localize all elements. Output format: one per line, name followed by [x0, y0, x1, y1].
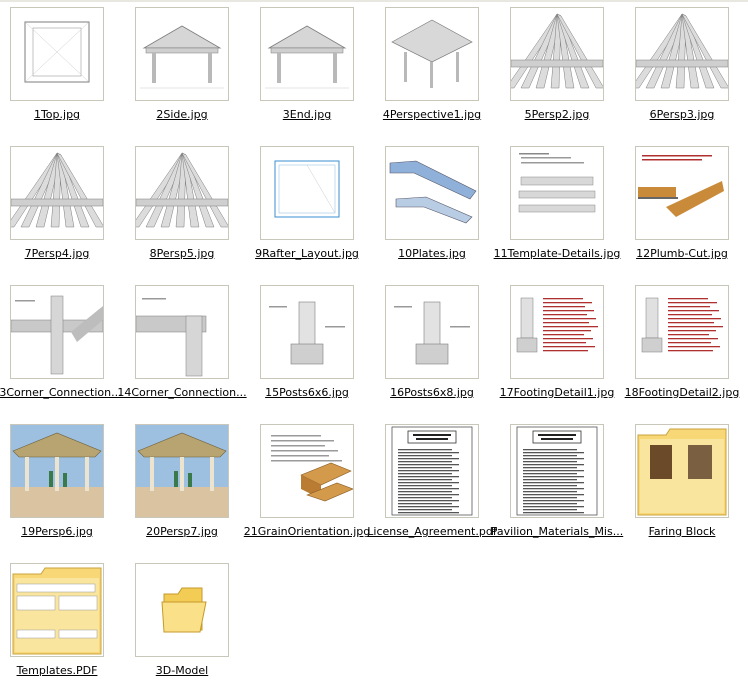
file-name-label: 17FootingDetail1.jpg: [499, 386, 615, 399]
folder-with-templates-icon: [10, 563, 104, 657]
perspective-thumbnail: [385, 7, 479, 101]
file-name-label: 16Posts6x8.jpg: [390, 386, 474, 399]
file-name-label: 15Posts6x6.jpg: [265, 386, 349, 399]
folder-icon: [135, 563, 229, 657]
file-item[interactable]: 13Corner_Connection...: [0, 278, 122, 408]
file-name-label: Pavilion_Materials_Mis...: [490, 525, 624, 538]
file-name-label: 14Corner_Connection...: [117, 386, 247, 399]
file-item[interactable]: 6Persp3.jpg: [620, 0, 744, 130]
file-item[interactable]: 19Persp6.jpg: [0, 417, 119, 547]
pdf-document-thumbnail: [510, 424, 604, 518]
file-item[interactable]: 15Posts6x6.jpg: [245, 278, 369, 408]
file-name-label: 20Persp7.jpg: [146, 525, 218, 538]
side-view-thumbnail: [135, 7, 229, 101]
file-name-label: 3End.jpg: [282, 108, 332, 121]
file-name-label: 6Persp3.jpg: [649, 108, 715, 121]
corner-connection-thumbnail: [10, 285, 104, 379]
file-name-label: 8Persp5.jpg: [149, 247, 215, 260]
top-view-thumbnail: [10, 7, 104, 101]
end-view-thumbnail: [260, 7, 354, 101]
file-item[interactable]: Templates.PDF: [0, 556, 119, 686]
file-name-label: 10Plates.jpg: [398, 247, 466, 260]
template-details-thumbnail: [510, 146, 604, 240]
file-name-label: 11Template-Details.jpg: [493, 247, 621, 260]
file-item[interactable]: 20Persp7.jpg: [120, 417, 244, 547]
file-item[interactable]: 18FootingDetail2.jpg: [620, 278, 744, 408]
file-name-label: 3D-Model: [155, 664, 209, 677]
pavilion-render-thumbnail: [10, 424, 104, 518]
file-item[interactable]: 4Perspective1.jpg: [370, 0, 494, 130]
file-item[interactable]: 1Top.jpg: [0, 0, 119, 130]
folder-with-photos-icon: [635, 424, 729, 518]
file-item[interactable]: 3End.jpg: [245, 0, 369, 130]
file-name-label: License_Agreement.pdf: [367, 525, 497, 538]
plumb-cut-thumbnail: [635, 146, 729, 240]
file-name-label: 18FootingDetail2.jpg: [624, 386, 740, 399]
file-item[interactable]: 21GrainOrientation.jpg: [244, 417, 370, 547]
file-item[interactable]: 12Plumb-Cut.jpg: [620, 139, 744, 269]
file-name-label: Faring Block: [648, 525, 716, 538]
file-name-label: 4Perspective1.jpg: [382, 108, 482, 121]
layout-drawing-thumbnail: [260, 146, 354, 240]
file-item[interactable]: 7Persp4.jpg: [0, 139, 119, 269]
file-name-label: 21GrainOrientation.jpg: [243, 525, 371, 538]
rafter-perspective-thumbnail: [635, 7, 729, 101]
footing-detail-thumbnail: [510, 285, 604, 379]
pavilion-render-thumbnail: [135, 424, 229, 518]
plates-thumbnail: [385, 146, 479, 240]
file-item[interactable]: 3D-Model: [120, 556, 244, 686]
grain-orientation-thumbnail: [260, 424, 354, 518]
file-name-label: 2Side.jpg: [156, 108, 208, 121]
file-item[interactable]: Pavilion_Materials_Mis...: [491, 417, 623, 547]
file-item[interactable]: 9Rafter_Layout.jpg: [245, 139, 369, 269]
file-item[interactable]: 17FootingDetail1.jpg: [495, 278, 619, 408]
rafter-perspective-thumbnail: [10, 146, 104, 240]
rafter-perspective-thumbnail: [135, 146, 229, 240]
file-name-label: 9Rafter_Layout.jpg: [255, 247, 359, 260]
file-item[interactable]: 11Template-Details.jpg: [494, 139, 620, 269]
footing-detail-thumbnail: [635, 285, 729, 379]
file-item[interactable]: 5Persp2.jpg: [495, 0, 619, 130]
file-item[interactable]: License_Agreement.pdf: [367, 417, 497, 547]
post-thumbnail: [260, 285, 354, 379]
file-item[interactable]: 8Persp5.jpg: [120, 139, 244, 269]
rafter-perspective-thumbnail: [510, 7, 604, 101]
corner-connection-thumbnail: [135, 285, 229, 379]
file-name-label: 12Plumb-Cut.jpg: [636, 247, 728, 260]
post-thumbnail: [385, 285, 479, 379]
pdf-document-thumbnail: [385, 424, 479, 518]
file-item[interactable]: 2Side.jpg: [120, 0, 244, 130]
file-item[interactable]: 10Plates.jpg: [370, 139, 494, 269]
file-item[interactable]: Faring Block: [620, 417, 744, 547]
file-name-label: 5Persp2.jpg: [524, 108, 590, 121]
file-item[interactable]: 14Corner_Connection...: [117, 278, 247, 408]
file-item[interactable]: 16Posts6x8.jpg: [370, 278, 494, 408]
